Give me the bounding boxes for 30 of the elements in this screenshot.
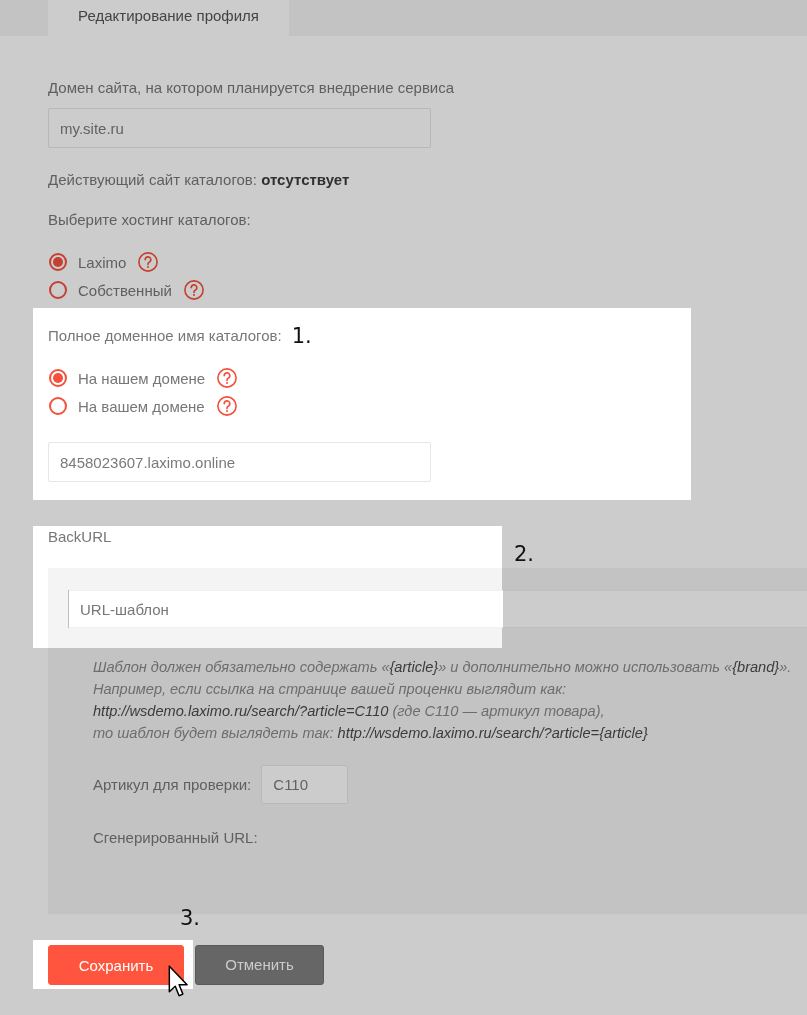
- radio-button[interactable]: [49, 253, 67, 271]
- option-label: Собственный: [78, 281, 172, 299]
- radio-button[interactable]: [49, 397, 67, 415]
- radio-button[interactable]: [49, 369, 67, 387]
- field-label: Выберите хостинг каталогов:: [48, 210, 251, 230]
- cancel-button[interactable]: Отменить: [195, 944, 324, 985]
- profile-tab[interactable]: Редактирование профиля: [48, 0, 289, 36]
- help-icon[interactable]: [217, 368, 238, 388]
- help-icon[interactable]: [183, 280, 204, 300]
- option-label: Laximo: [78, 253, 127, 271]
- article-field[interactable]: C110: [261, 765, 349, 804]
- domain-field[interactable]: my.site.ru: [48, 108, 431, 148]
- save-button[interactable]: Сохранить: [48, 945, 184, 985]
- hint-text: Шаблон должен обязательно содержать «{article}» и дополнительно можно использовать «{brand}». Например, если ссылка на странице вашей проценки выглядит как: http://wsdemo.laximo.ru/search/?article=C110 (где C110 — артикул товара), то шаблон будет выглядеть так: http://wsdemo.laximo.ru/search/?article={article}: [93, 658, 792, 743]
- radio-button[interactable]: [49, 281, 67, 299]
- help-icon[interactable]: [138, 252, 159, 272]
- field-label: Артикул для проверки:: [93, 774, 252, 795]
- url-template-field[interactable]: URL-шаблон: [68, 590, 807, 628]
- option-label: На нашем домене: [78, 369, 206, 387]
- field-label: BackURL: [48, 527, 112, 547]
- field-label: Домен сайта, на котором планируется внедрение сервиса: [48, 78, 455, 98]
- help-icon[interactable]: [216, 396, 237, 416]
- step-number: 3.: [180, 907, 201, 929]
- field-label: Сгенерированный URL:: [93, 828, 258, 848]
- catalog-domain-field[interactable]: 8458023607.laximo.online: [48, 442, 431, 482]
- status-text: Действующий сайт каталогов: отсутствует: [48, 170, 350, 190]
- step-number: 1.: [291, 325, 312, 347]
- option-label: На вашем домене: [78, 397, 205, 415]
- field-label: Полное доменное имя каталогов:: [48, 326, 282, 346]
- step-number: 2.: [514, 543, 535, 565]
